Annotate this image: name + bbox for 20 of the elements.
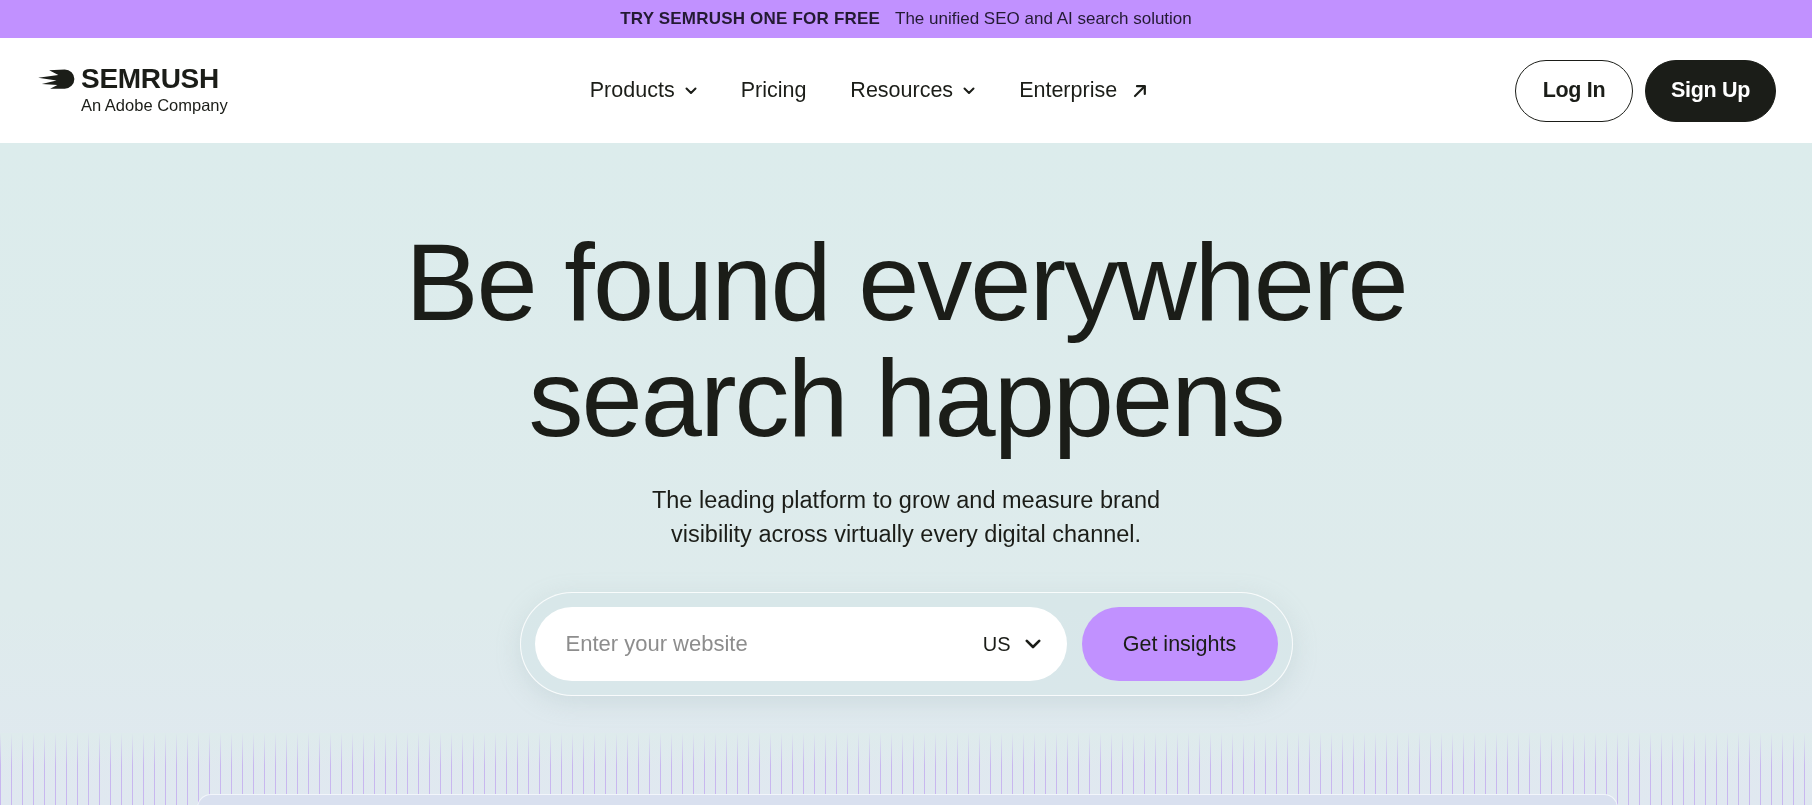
nav-link[interactable]: Pricing (740, 78, 807, 103)
hero-subtitle: The leading platform to grow and measure brand visibility across virtually every digital channel. (650, 486, 1162, 549)
website-field[interactable]: Enter your website US (534, 607, 1067, 681)
login-button[interactable]: Log In (1515, 59, 1633, 122)
get-insights-button[interactable]: Get insights (1081, 607, 1278, 681)
promo-banner[interactable]: TRY SEMRUSH ONE FOR FREE The unified SEO and AI search solution (0, 0, 1812, 38)
logo-flame-icon[interactable] (38, 68, 75, 90)
nav-link[interactable]: Products (589, 78, 697, 103)
signup-button[interactable]: Sign Up (1645, 59, 1776, 122)
chevron-down-icon (1024, 639, 1041, 649)
logo-tagline[interactable]: An Adobe Company (81, 94, 228, 116)
logo-wordmark[interactable]: SEMRUSH (81, 65, 228, 93)
nav-link[interactable]: Resources (850, 78, 976, 103)
country-select[interactable]: US (982, 632, 1041, 656)
promo-text: The unified SEO and AI search solution (895, 9, 1192, 29)
chevron-down-icon (684, 86, 697, 95)
nav-link[interactable]: Enterprise (1019, 78, 1148, 103)
chevron-down-icon (963, 86, 976, 95)
promo-headline: TRY SEMRUSH ONE FOR FREE (620, 9, 881, 29)
arrow-up-right-icon (1133, 83, 1148, 98)
